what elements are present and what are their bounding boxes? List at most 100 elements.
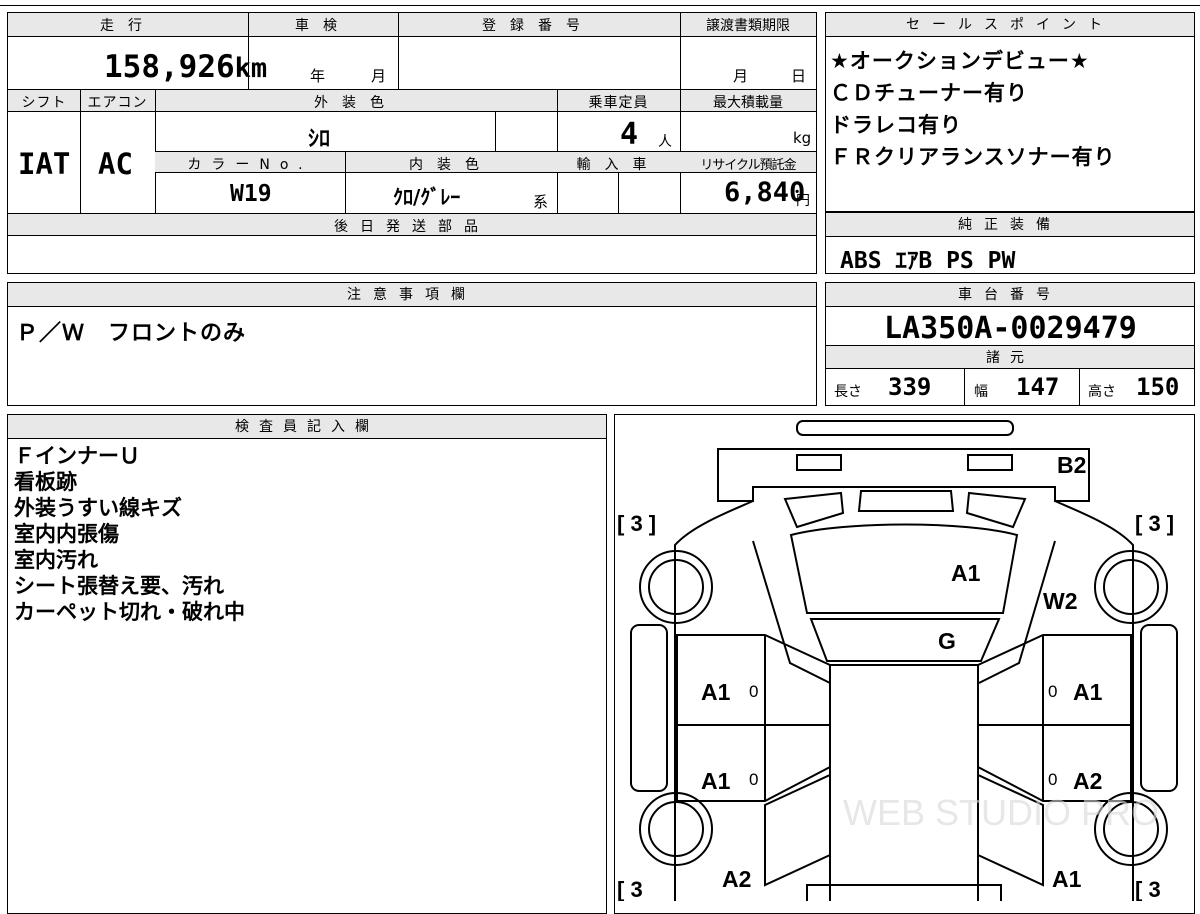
transfer-deadline-header: 譲渡書類期限 [706,18,790,34]
chassis-header: 車台番号 [826,283,1194,307]
top-strip [0,0,1200,6]
front-bumper-shape [806,884,1002,901]
capacity-header: 乗車定員 [588,95,649,111]
mark-glass: G [938,628,956,654]
rear-hatch-shape [717,448,1090,502]
interior-color-header: 内装色 [409,157,493,173]
shift-value: IAT [18,147,71,181]
mark-right-door-front: A1 [1073,679,1103,705]
recycle-fee-value: 6,840 [724,177,806,208]
rear-lamp-left [796,454,842,471]
notes-header: 注意事項欄 [8,283,816,307]
shaken-year: 年 [310,67,326,85]
recycle-header: リサイクル預託金 [700,158,796,173]
equipment-box: 純正装備 ABS ｴｱB PS PW [825,212,1195,274]
windshield-shape [809,618,1001,662]
door-left-front [676,634,831,726]
shaken-month: 月 [371,67,387,85]
inspector-notes: ＦインナーＵ 看板跡 外装うすい線キズ 室内内張傷 室内汚れ シート張替え要、汚… [14,443,594,625]
mark-small-r1: 0 [1048,682,1057,701]
shaken-header: 車検 [295,18,351,34]
inspector-header: 検査員記入欄 [8,415,606,439]
mark-right-door-rear: A2 [1073,768,1102,794]
chassis-number: LA350A-0029479 [884,311,1137,346]
mileage-header: 走行 [100,18,156,34]
inspector-note-line: シート張替え要、汚れ [14,574,224,598]
inspector-note-line: ＦインナーＵ [14,444,140,468]
equipment-value: ABS ｴｱB PS PW [840,248,1016,274]
mileage-unit: km [234,53,268,84]
inspector-note-line: 室内汚れ [14,548,98,572]
later-parts-header: 後日発送部品 [334,219,490,235]
mirror-left [630,624,668,792]
mark-left-door-front: A1 [701,679,731,705]
mirror-right [1140,624,1178,792]
tire-left-top: [ 3 ] [617,511,656,536]
mark-small-l2: 0 [749,770,758,789]
import-header: 輸入車 [576,157,661,173]
length-value: 339 [888,373,932,401]
height-value: 150 [1136,373,1180,401]
wheel-right-top [1094,550,1168,624]
exterior-color-header: 外装色 [314,95,398,111]
sales-point-item: ドラレコ有り [830,113,962,137]
height-label: 高さ [1088,384,1116,400]
mark-left-rear: A2 [722,866,751,892]
exterior-color-value: ｼﾛ [308,127,331,152]
sales-point-item: ★オークションデビュー★ [830,49,1090,73]
shift-header: シフト [21,95,67,111]
inspector-note-line: 室内内張傷 [14,522,119,546]
door-right-rear [977,724,1132,802]
car-diagram-box: [ 3 ] [ 3 ] [ 3 [ 3 B2 A1 W2 G A1 0 A1 0… [614,414,1195,914]
sales-points-box: セールスポイント ★オークションデビュー★ ＣＤチューナー有り ドラレコ有り Ｆ… [825,12,1195,212]
registration-header: 登録番号 [482,18,594,34]
inspector-note-line: 看板跡 [14,470,77,494]
sales-point-item: ＣＤチューナー有り [830,81,1028,105]
max-load-header: 最大積載量 [713,95,783,111]
vehicle-info-table: 走行 車検 登録番号 譲渡書類期限 158,926km 年 月 月 日 シフト … [7,12,817,274]
recycle-unit: 円 [796,193,810,209]
mark-small-r2: 0 [1048,770,1057,789]
deadline-month: 月 [733,67,749,85]
interior-color-value: ｸﾛ/ｸﾞﾚｰ [393,185,461,209]
door-left-rear [676,724,831,802]
specs-header: 諸元 [826,345,1194,369]
width-value: 147 [1016,373,1060,401]
equipment-header: 純正装備 [826,213,1194,237]
color-no-header: カラーNo. [187,157,313,173]
aircon-value: AC [98,147,133,181]
mileage-value: 158,926km [104,49,268,85]
rear-lamp-right [967,454,1013,471]
capacity-value: 4 [620,117,639,152]
mark-windshield-side: W2 [1043,588,1078,614]
length-label: 長さ [834,384,862,400]
mark-right-rear: A1 [1052,866,1082,892]
inspector-note-line: 外装うすい線キズ [14,496,182,520]
tire-left-bottom: [ 3 [617,877,643,901]
door-right-front [977,634,1132,726]
tire-right-bottom: [ 3 [1135,877,1161,901]
hood-shape [829,664,979,901]
width-label: 幅 [974,384,988,400]
inspector-box: 検査員記入欄 ＦインナーＵ 看板跡 外装うすい線キズ 室内内張傷 室内汚れ シー… [7,414,607,914]
rear-window-shape [783,490,1027,529]
chassis-box: 車台番号 LA350A-0029479 諸元 長さ 339 幅 147 高さ 1… [825,282,1195,406]
rear-bumper-shape [796,420,1014,436]
mark-roof: A1 [951,560,981,586]
interior-suffix: 系 [533,193,549,211]
sales-points-list: ★オークションデビュー★ ＣＤチューナー有り ドラレコ有り ＦＲクリアランスソナ… [830,45,1190,173]
notes-value: Ｐ／Ｗ フロントのみ [16,321,247,346]
aircon-header: エアコン [87,95,148,111]
max-load-unit: kg [793,129,812,147]
mark-small-l1: 0 [749,682,758,701]
capacity-unit: 人 [658,134,672,150]
deadline-day: 日 [791,67,807,85]
sales-points-header: セールスポイント [826,13,1194,37]
mark-rear-bumper: B2 [1057,452,1086,478]
inspector-note-line: カーペット切れ・破れ中 [14,600,245,624]
notes-box: 注意事項欄 Ｐ／Ｗ フロントのみ [7,282,817,406]
watermark: WEB STUDIO PRO [843,792,1159,833]
body-outline [674,500,1134,901]
color-no-value: W19 [230,181,272,207]
left-quarter [764,773,831,887]
